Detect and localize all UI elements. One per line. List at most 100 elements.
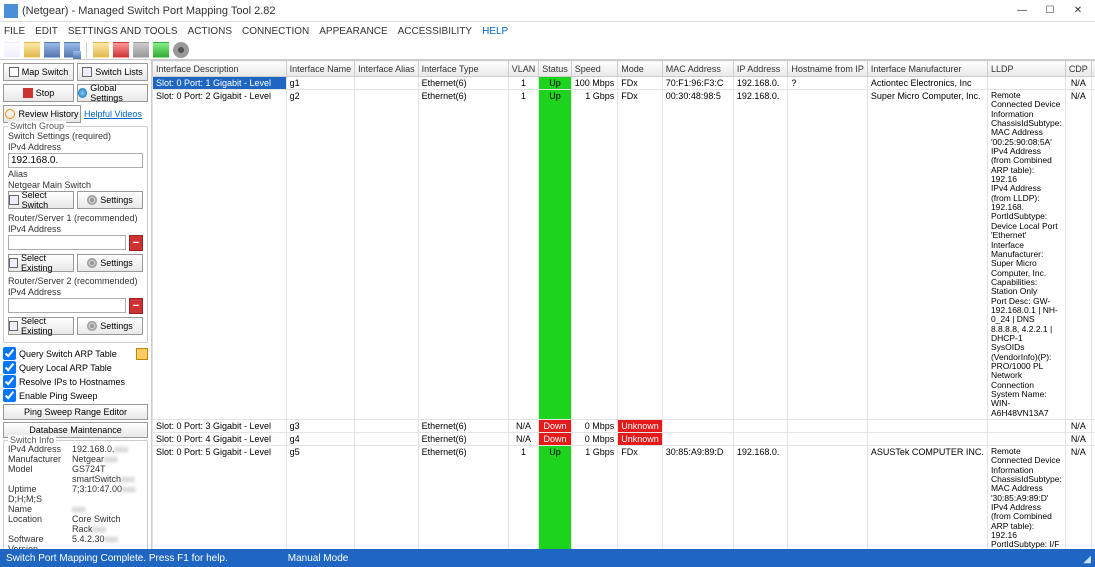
port-table-container[interactable]: Interface DescriptionInterface NameInter… <box>152 60 1095 549</box>
list-icon <box>82 67 92 77</box>
menu-connection[interactable]: CONNECTION <box>242 26 309 37</box>
info-key: Name <box>8 504 72 514</box>
close-button[interactable]: ✕ <box>1065 2 1091 20</box>
query-local-arp-checkbox[interactable]: Query Local ARP Table <box>3 361 148 374</box>
alias-label: Alias <box>8 169 143 179</box>
table-row[interactable]: Slot: 0 Port: 2 Gigabit - Levelg2Etherne… <box>153 90 1095 420</box>
stop-button[interactable]: Stop <box>3 84 74 102</box>
sidebar: Map Switch Switch Lists Stop Global Sett… <box>0 60 152 549</box>
select-icon <box>9 195 19 205</box>
query-switch-arp-checkbox[interactable]: Query Switch ARP Table <box>3 347 148 360</box>
maximize-button[interactable]: ☐ <box>1037 2 1063 20</box>
map-switch-button[interactable]: Map Switch <box>3 63 74 81</box>
status-bar: Switch Port Mapping Complete. Press F1 f… <box>0 549 1095 567</box>
select-switch-button[interactable]: Select Switch <box>8 191 74 209</box>
router2-settings-button[interactable]: Settings <box>77 317 143 335</box>
select-existing-r1-button[interactable]: Select Existing <box>8 254 74 272</box>
col-header[interactable]: VLAN <box>508 61 539 77</box>
col-header[interactable]: Mode <box>618 61 663 77</box>
toolbar <box>0 40 1095 60</box>
settings-icon[interactable] <box>173 42 189 58</box>
print-icon[interactable] <box>133 42 149 58</box>
table-row[interactable]: Slot: 0 Port: 1 Gigabit - Levelg1Etherne… <box>153 77 1095 90</box>
info-value: xxx <box>72 504 143 514</box>
router2-label: Router/Server 2 (recommended) <box>8 276 143 286</box>
remove-router1-button[interactable]: − <box>129 235 143 251</box>
info-value: Netgearxxx <box>72 454 143 464</box>
info-value: 7;3:10:47.00xxx <box>72 484 143 504</box>
switch-settings-button[interactable]: Settings <box>77 191 143 209</box>
resize-grip-icon[interactable]: ◢ <box>1083 554 1091 565</box>
col-header[interactable]: Speed <box>571 61 618 77</box>
menu-help[interactable]: HELP <box>482 26 508 37</box>
ipv4-label: IPv4 Address <box>8 142 143 152</box>
alias-value: Netgear Main Switch <box>8 180 143 190</box>
switch-group-title: Switch Group <box>8 121 66 131</box>
menu-actions[interactable]: ACTIONS <box>188 26 232 37</box>
col-header[interactable]: Interface Manufacturer <box>867 61 987 77</box>
new-icon[interactable] <box>4 42 20 58</box>
info-key: Uptime D;H;M;S <box>8 484 72 504</box>
menu-appearance[interactable]: APPEARANCE <box>319 26 387 37</box>
info-key: Software Version <box>8 534 72 549</box>
col-header[interactable]: Hostname from IP <box>788 61 868 77</box>
resolve-ips-checkbox[interactable]: Resolve IPs to Hostnames <box>3 375 148 388</box>
info-value: Core Switch Rackxxx <box>72 514 143 534</box>
table-row[interactable]: Slot: 0 Port: 4 Gigabit - Levelg4Etherne… <box>153 433 1095 446</box>
router1-settings-button[interactable]: Settings <box>77 254 143 272</box>
map-icon <box>9 67 19 77</box>
folder-icon[interactable] <box>93 42 109 58</box>
switch-info-title: Switch Info <box>8 435 56 445</box>
col-header[interactable]: Interface Description <box>153 61 287 77</box>
col-header[interactable]: CDP <box>1065 61 1091 77</box>
export-icon[interactable] <box>153 42 169 58</box>
open-icon[interactable] <box>24 42 40 58</box>
col-header[interactable]: Interface Type <box>418 61 508 77</box>
ipv4-label-r2: IPv4 Address <box>8 287 143 297</box>
history-icon <box>5 109 15 119</box>
helpful-videos-link[interactable]: Helpful Videos <box>84 109 142 119</box>
enable-ping-sweep-checkbox[interactable]: Enable Ping Sweep <box>3 389 148 402</box>
titlebar: (Netgear) - Managed Switch Port Mapping … <box>0 0 1095 22</box>
switch-settings-label: Switch Settings (required) <box>8 131 143 141</box>
delete-icon[interactable] <box>113 42 129 58</box>
col-header[interactable]: Connector Present <box>1091 61 1095 77</box>
info-value: 192.168.0.xxx <box>72 444 143 454</box>
table-row[interactable]: Slot: 0 Port: 3 Gigabit - Levelg3Etherne… <box>153 420 1095 433</box>
router2-ip-input[interactable] <box>8 298 126 313</box>
select-icon <box>9 258 18 268</box>
lock-icon <box>136 348 148 360</box>
remove-router2-button[interactable]: − <box>129 298 143 314</box>
ping-sweep-editor-button[interactable]: Ping Sweep Range Editor <box>3 404 148 420</box>
info-value: 5.4.2.30xxx <box>72 534 143 549</box>
col-header[interactable]: Interface Name <box>286 61 355 77</box>
router1-label: Router/Server 1 (recommended) <box>8 213 143 223</box>
col-header[interactable]: MAC Address <box>662 61 733 77</box>
save-all-icon[interactable] <box>64 42 80 58</box>
select-existing-r2-button[interactable]: Select Existing <box>8 317 74 335</box>
global-settings-button[interactable]: Global Settings <box>77 84 148 102</box>
menu-edit[interactable]: EDIT <box>35 26 58 37</box>
col-header[interactable]: Interface Alias <box>355 61 419 77</box>
globe-icon <box>78 88 87 98</box>
minimize-button[interactable]: — <box>1009 2 1035 20</box>
col-header[interactable]: Status <box>539 61 572 77</box>
info-key: Manufacturer <box>8 454 72 464</box>
router1-ip-input[interactable] <box>8 235 126 250</box>
status-mode: Manual Mode <box>288 553 349 564</box>
select-icon <box>9 321 18 331</box>
window-title: (Netgear) - Managed Switch Port Mapping … <box>22 5 1009 17</box>
col-header[interactable]: IP Address <box>733 61 788 77</box>
menu-accessibility[interactable]: ACCESSIBILITY <box>398 26 472 37</box>
switch-lists-button[interactable]: Switch Lists <box>77 63 148 81</box>
menu-settings-and-tools[interactable]: SETTINGS AND TOOLS <box>68 26 178 37</box>
separator <box>86 42 87 58</box>
switch-ip-input[interactable] <box>8 153 143 168</box>
table-row[interactable]: Slot: 0 Port: 5 Gigabit - Levelg5Etherne… <box>153 446 1095 549</box>
port-table[interactable]: Interface DescriptionInterface NameInter… <box>152 60 1095 549</box>
menu-file[interactable]: FILE <box>4 26 25 37</box>
save-icon[interactable] <box>44 42 60 58</box>
gear-icon <box>87 258 97 268</box>
status-message: Switch Port Mapping Complete. Press F1 f… <box>6 553 228 564</box>
col-header[interactable]: LLDP <box>987 61 1065 77</box>
